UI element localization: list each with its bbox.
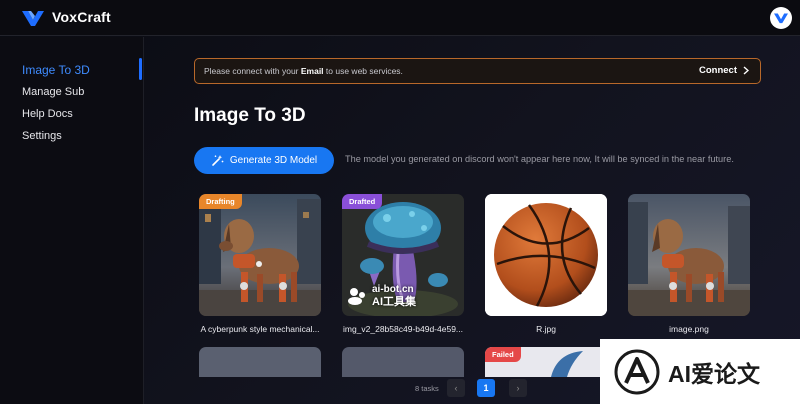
model-card[interactable]: image.png [628, 194, 750, 334]
robot-dog-image [199, 194, 321, 316]
sidebar-item-help-docs[interactable]: Help Docs [22, 108, 73, 120]
connect-banner: Please connect with your Email to use we… [194, 58, 761, 84]
sidebar-item-manage-sub[interactable]: Manage Sub [22, 86, 84, 98]
model-card[interactable]: Failed [485, 347, 607, 377]
model-card[interactable]: Drafting A cyberpunk style mechanical... [199, 194, 321, 334]
watermark-label: AI工具集 [372, 296, 416, 308]
watermark-ai-bot: ai-bot.cn AI工具集 [347, 284, 416, 308]
app-name: VoxCraft [52, 9, 111, 25]
chevron-right-icon [743, 66, 749, 75]
card-caption: image.png [669, 324, 709, 334]
sync-note: The model you generated on discord won't… [345, 154, 734, 164]
next-page-button[interactable]: › [509, 379, 527, 397]
avatar-logo-icon [774, 13, 788, 24]
basketball-image [485, 194, 607, 316]
task-count: 8 tasks [415, 384, 439, 393]
page-number-button[interactable]: 1 [477, 379, 495, 397]
active-nav-indicator [139, 58, 142, 80]
robot-dog-image [628, 194, 750, 316]
watermark-text: AI爱论文 [668, 360, 760, 387]
sidebar-item-settings[interactable]: Settings [22, 130, 62, 142]
status-badge: Drafted [342, 194, 383, 209]
model-card[interactable]: R.jpg [485, 194, 607, 334]
watermark-ai-lunwen: AI爱论文 [600, 339, 800, 404]
voxcraft-logo-icon [22, 11, 44, 26]
model-card[interactable]: Drafted img_v2_28b58c49-b49d-4e59... [342, 194, 464, 334]
connect-button[interactable]: Connect [699, 65, 749, 76]
status-badge: Failed [485, 347, 521, 362]
page-title: Image To 3D [194, 105, 306, 126]
banner-message: Please connect with your Email to use we… [204, 66, 403, 76]
sidebar-item-image-to-3d[interactable]: Image To 3D [22, 63, 90, 77]
card-caption: img_v2_28b58c49-b49d-4e59... [342, 324, 464, 334]
model-thumbnail[interactable] [485, 194, 607, 316]
magic-wand-icon [212, 155, 224, 166]
model-preview-icon [551, 351, 583, 377]
watermark-badge-icon [614, 349, 660, 394]
watermark-domain: ai-bot.cn [372, 284, 414, 295]
model-thumbnail[interactable] [628, 194, 750, 316]
status-badge: Drafting [199, 194, 242, 209]
model-thumbnail[interactable]: Drafting [199, 194, 321, 316]
top-bar: VoxCraft [0, 0, 800, 36]
card-caption: A cyberpunk style mechanical... [200, 324, 320, 334]
card-caption: R.jpg [536, 324, 556, 334]
user-avatar[interactable] [770, 7, 792, 29]
model-card[interactable] [199, 347, 321, 377]
previous-page-button[interactable]: ‹ [447, 379, 465, 397]
model-card[interactable] [342, 347, 464, 377]
generate-3d-model-button[interactable]: Generate 3D Model [194, 147, 334, 174]
watermark-logo-icon [348, 288, 365, 305]
